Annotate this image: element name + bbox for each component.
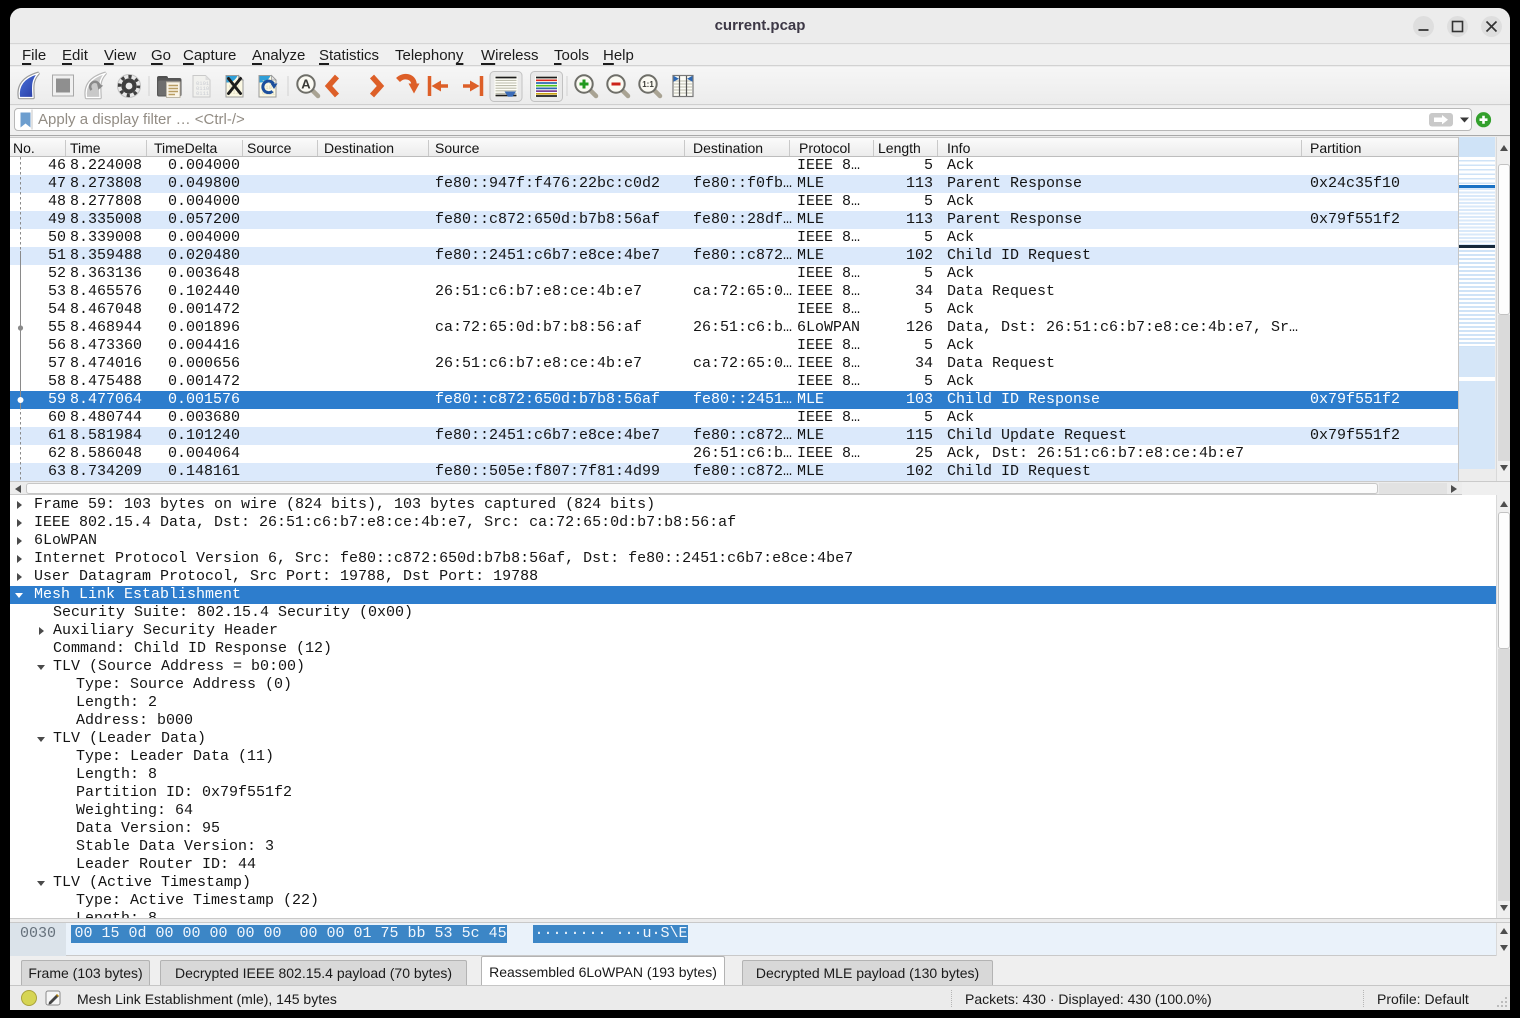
svg-text:1:1: 1:1	[642, 80, 654, 89]
svg-text:0111: 0111	[196, 90, 210, 97]
svg-text:A: A	[301, 77, 311, 92]
